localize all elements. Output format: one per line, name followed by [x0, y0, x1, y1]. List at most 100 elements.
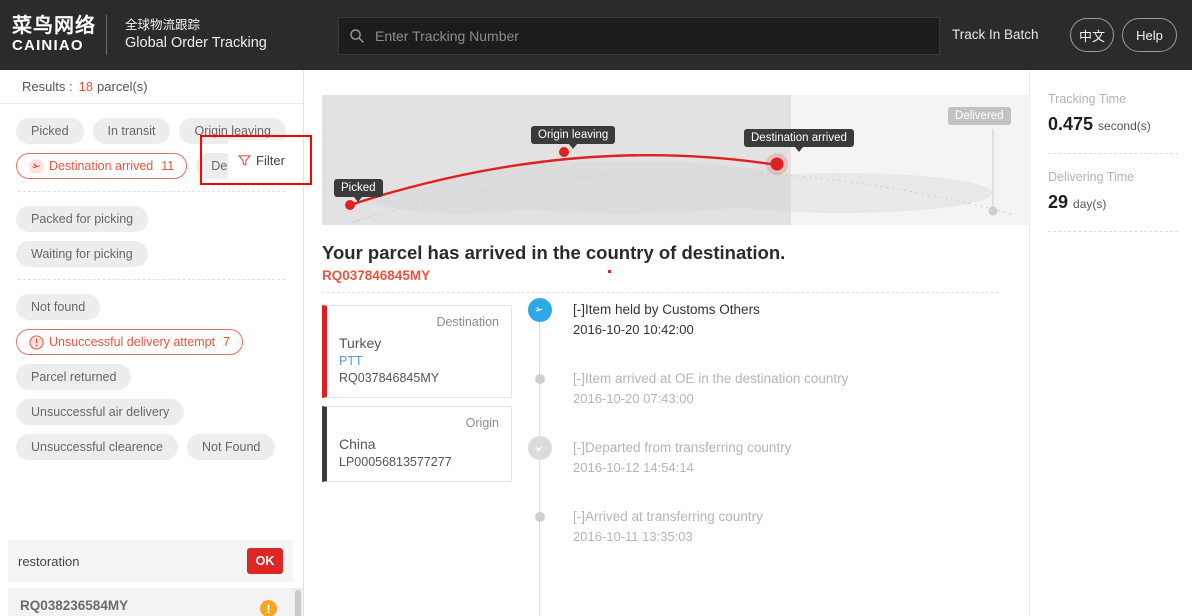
brand-name-en: CAINIAO: [12, 36, 84, 54]
timeline-item: [-]Departed from transferring country 201…: [526, 436, 1009, 479]
map-label-delivered: Delivered: [948, 107, 1011, 125]
status-chip-not-found[interactable]: Not Found: [187, 434, 276, 460]
plane-takeoff-icon: [534, 447, 546, 453]
chip-label: Origin leaving: [194, 124, 271, 138]
route-map-graphic: [345, 129, 1016, 225]
status-chip-unsuccessful-clearence[interactable]: Unsuccessful clearence: [16, 434, 179, 460]
card-tag: Destination: [436, 315, 499, 329]
search-input[interactable]: [375, 28, 929, 44]
alert-icon: [29, 334, 44, 350]
help-button[interactable]: Help: [1122, 18, 1177, 52]
timeline-marker-plane-landing: [528, 298, 552, 322]
chip-label: Unsuccessful clearence: [31, 440, 164, 454]
chip-count: 7: [223, 335, 230, 349]
chip-group: Packed for picking Waiting for picking: [16, 206, 287, 267]
results-unit: parcel(s): [97, 79, 148, 94]
timeline-marker-plane-takeoff: [528, 436, 552, 461]
chip-label: Unsuccessful delivery attempt: [49, 335, 216, 349]
chip-label: Waiting for picking: [31, 247, 133, 261]
status-chip-waiting-for-picking[interactable]: Waiting for picking: [16, 241, 148, 267]
status-chip-unsuccessful-air-delivery[interactable]: Unsuccessful air delivery: [16, 399, 185, 425]
funnel-icon: [238, 154, 251, 166]
timeline-time: 2016-10-12 14:54:14: [573, 460, 694, 476]
card-tracking-code: LP00056813577277: [339, 455, 452, 469]
brand-logo: 菜鸟网络 CAINIAO: [0, 16, 100, 54]
search-icon: [350, 29, 364, 43]
parcel-list-scrollbar[interactable]: [293, 588, 303, 616]
left-sidebar: Results : 18 parcel(s) Filter Picked In t…: [0, 70, 312, 616]
stat-divider: [1048, 231, 1178, 232]
chip-label: Picked: [31, 124, 69, 138]
map-label-origin-leaving: Origin leaving: [531, 126, 616, 149]
chip-label: In transit: [107, 124, 156, 138]
chip-label: Unsuccessful air delivery: [31, 405, 170, 419]
cursor-dot-marker: [608, 270, 611, 273]
timeline-time: 2016-10-11 13:35:03: [573, 529, 693, 545]
chip-group-divider: [18, 279, 285, 280]
status-chip-not-found[interactable]: Not found: [16, 294, 101, 320]
chip-group: Not found Unsuccessful delivery attempt 7 P…: [16, 294, 287, 460]
brand-name-cn: 菜鸟网络: [12, 15, 96, 38]
status-chip-parcel-returned[interactable]: Parcel returned: [16, 364, 132, 390]
status-chip-packed-for-picking[interactable]: Packed for picking: [16, 206, 149, 232]
list-item[interactable]: RQ038236584MYChina - Turkey[-]Unsuccessf…: [8, 588, 293, 616]
card-tag: Origin: [465, 416, 499, 430]
plane-landing-icon: [29, 158, 44, 174]
map-label-picked: Picked: [334, 179, 383, 202]
card-carrier-link[interactable]: PTT: [339, 354, 499, 368]
card-country: China: [339, 436, 376, 452]
stat-value: 0.475 second(s): [1048, 114, 1151, 134]
filter-button[interactable]: Filter: [228, 140, 295, 180]
filter-label: Filter: [256, 152, 285, 168]
timeline-title: [-]Departed from transferring country: [573, 440, 792, 456]
track-in-batch-link[interactable]: Track In Batch: [952, 27, 1039, 42]
sidebar-search-box[interactable]: OK: [8, 540, 293, 582]
info-card-destination: Destination Turkey PTT RQ037846845MY: [322, 305, 512, 398]
warning-icon: !: [260, 600, 277, 616]
timeline-item: [-]Arrived at transferring country 2016-1…: [526, 507, 1009, 548]
timeline-item: [-]Item held by Customs Others 2016-10-20…: [526, 298, 1009, 341]
status-chip-unsuccessful-delivery-attempt[interactable]: Unsuccessful delivery attempt 7: [16, 329, 243, 355]
language-toggle-button[interactable]: 中文: [1070, 18, 1114, 52]
status-chip-picked[interactable]: Picked: [16, 118, 84, 144]
route-map: Picked Origin leaving Destination arrive…: [322, 95, 1029, 225]
brand-divider: [106, 15, 107, 55]
timeline-title: [-]Arrived at transferring country: [573, 509, 763, 525]
results-count: 18: [78, 79, 94, 94]
timeline-marker-dot: [535, 512, 545, 523]
stat-label: Delivering Time: [1048, 170, 1135, 184]
app-subtitle-cn: 全球物流跟踪: [125, 17, 201, 32]
map-label-destination-arrived: Destination arrived: [744, 129, 854, 152]
chip-label: Parcel returned: [31, 370, 117, 384]
page-title: Your parcel has arrived in the country o…: [322, 242, 786, 263]
tracking-search-box[interactable]: [338, 17, 940, 55]
main-content: Picked Origin leaving Destination arrive…: [304, 70, 1029, 616]
timeline-marker-dot: [535, 374, 545, 385]
chip-count: 11: [161, 159, 175, 173]
timeline-time: 2016-10-20 10:42:00: [573, 322, 694, 338]
stat-unit: day(s): [1073, 197, 1107, 211]
status-chip-in-transit[interactable]: In transit: [92, 118, 171, 144]
timeline-time: 2016-10-20 07:43:00: [573, 391, 694, 407]
chip-label: Not found: [31, 300, 86, 314]
timeline-title: [-]Item arrived at OE in the destination…: [573, 371, 849, 387]
chip-label: Not Found: [202, 440, 261, 454]
status-chip-destination-arrived[interactable]: Destination arrived 11: [16, 153, 188, 179]
chip-group-divider: [18, 191, 285, 192]
parcel-code: RQ038236584MY: [20, 598, 129, 613]
card-country: Turkey: [339, 335, 382, 351]
content-divider: [322, 292, 999, 293]
ok-button[interactable]: OK: [247, 548, 283, 574]
app-subtitle: 全球物流跟踪 Global Order Tracking: [125, 17, 267, 53]
results-summary: Results : 18 parcel(s): [0, 70, 303, 104]
tracking-timeline: [-]Item held by Customs Others 2016-10-20…: [526, 298, 1009, 616]
stat-divider: [1048, 153, 1178, 154]
shipment-info-cards: Destination Turkey PTT RQ037846845MY Origin C…: [322, 305, 512, 490]
timeline-item: [-]Item arrived at OE in the destination…: [526, 369, 1009, 410]
app-header: 菜鸟网络 CAINIAO 全球物流跟踪 Global Order Trackin…: [0, 0, 1192, 70]
stat-unit: second(s): [1098, 119, 1151, 133]
chip-label: Destination arrived: [49, 159, 154, 173]
parcel-result-list[interactable]: RQ038236584MYChina - Turkey[-]Unsuccessf…: [8, 588, 293, 616]
sidebar-search-input[interactable]: [18, 553, 247, 569]
scrollbar-thumb[interactable]: [295, 590, 301, 616]
